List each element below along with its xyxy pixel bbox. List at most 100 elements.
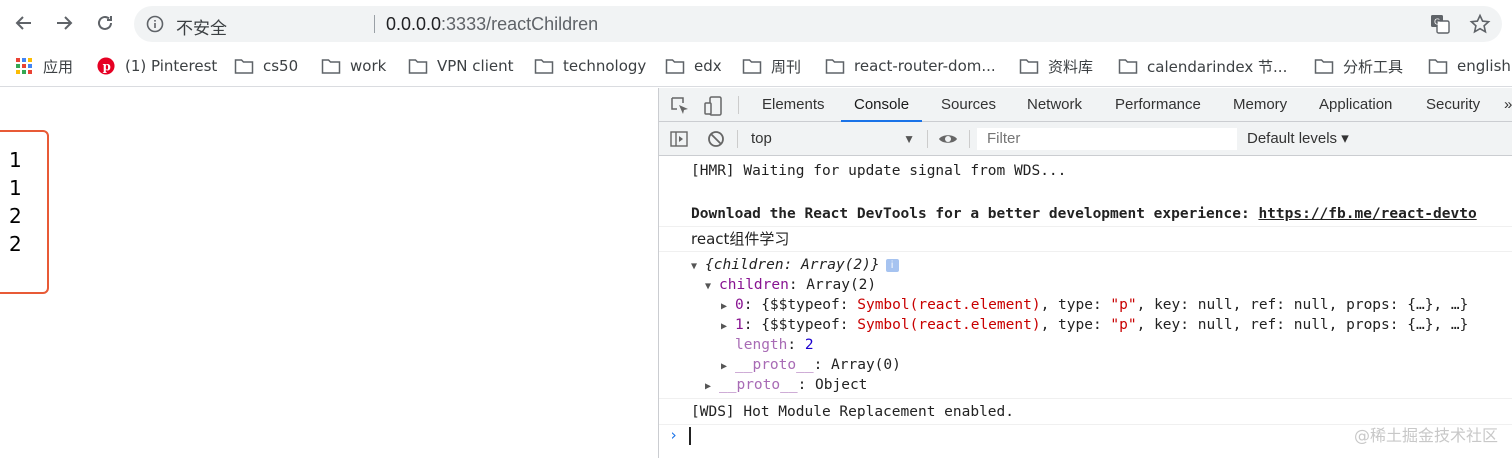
array-proto-property[interactable]: ▶ __proto__: Array(0) xyxy=(721,355,901,375)
bookmark-label: 分析工具 xyxy=(1343,57,1404,76)
console-message-devtools: Download the React DevTools for a better… xyxy=(691,204,1477,224)
object-summary-text: {children: Array(2)} xyxy=(705,257,880,273)
bookmark-folder-weekly[interactable]: 周刊 xyxy=(742,55,801,77)
bookmark-label: (1) Pinterest xyxy=(125,57,218,75)
folder-icon xyxy=(1019,59,1039,74)
tab-elements[interactable]: Elements xyxy=(762,88,825,122)
console-toolbar: top ▼ Default levels ▾ xyxy=(659,122,1512,156)
bookmark-label: technology xyxy=(563,57,647,75)
eye-icon[interactable] xyxy=(938,129,958,149)
item-rest: , key: null, ref: null, props: {…}, …} xyxy=(1136,297,1469,313)
console-message-wds: [WDS] Hot Module Replacement enabled. xyxy=(691,404,1015,420)
context-selector[interactable]: top ▼ xyxy=(743,128,919,150)
message-divider xyxy=(659,251,1512,252)
toolbar-divider xyxy=(737,130,738,148)
clear-console-icon[interactable] xyxy=(706,129,726,149)
inspect-element-icon[interactable] xyxy=(669,95,691,117)
caret-down-icon: ▼ xyxy=(903,132,915,146)
bookmark-label: 资料库 xyxy=(1048,57,1094,76)
back-button[interactable] xyxy=(9,8,39,38)
folder-icon xyxy=(234,59,254,74)
url-path: :3333/reactChildren xyxy=(441,14,599,34)
collapsed-triangle-icon: ▶ xyxy=(721,361,728,372)
item-prefix: : {$$typeof: xyxy=(743,297,858,313)
sidebar-toggle-icon[interactable] xyxy=(669,129,689,149)
bookmark-folder-library[interactable]: 资料库 xyxy=(1019,55,1093,77)
filter-input[interactable] xyxy=(977,128,1237,150)
bookmark-folder-vpn-client[interactable]: VPN client xyxy=(408,55,514,77)
tab-network[interactable]: Network xyxy=(1027,88,1082,122)
toolbar-divider xyxy=(969,130,970,148)
page-text-line: 2 xyxy=(9,232,22,256)
length-key: length xyxy=(735,337,788,353)
browser-toolbar: 不安全 0.0.0.0:3333/reactChildren G xyxy=(0,0,1512,47)
folder-icon xyxy=(1428,59,1448,74)
bookmark-folder-analysis-tools[interactable]: 分析工具 xyxy=(1314,55,1403,77)
bookmark-label: 应用 xyxy=(43,57,74,76)
colon: : xyxy=(787,337,805,353)
url-text[interactable]: 0.0.0.0:3333/reactChildren xyxy=(386,14,598,35)
bookmark-star-icon[interactable] xyxy=(1469,13,1491,35)
children-property[interactable]: ▼ children: Array(2) xyxy=(705,275,876,295)
bookmark-label: english xyxy=(1457,57,1511,75)
array-item-1[interactable]: ▶ 1: {$$typeof: Symbol(react.element), ty… xyxy=(721,315,1468,335)
collapsed-triangle-icon: ▶ xyxy=(705,381,712,392)
property-key: children xyxy=(719,277,789,293)
devtools-link[interactable]: https://fb.me/react-devto xyxy=(1258,206,1476,222)
device-toolbar-icon[interactable] xyxy=(703,95,725,117)
translate-icon[interactable]: G xyxy=(1430,14,1450,34)
toolbar-divider xyxy=(738,96,739,114)
length-value: 2 xyxy=(804,337,814,353)
bookmark-label: cs50 xyxy=(263,57,299,75)
bookmark-folder-calendarindex[interactable]: calendarindex 节... xyxy=(1118,55,1287,77)
type-value: "p" xyxy=(1110,317,1137,333)
index-key: 0 xyxy=(735,297,744,313)
address-bar[interactable]: 不安全 0.0.0.0:3333/reactChildren G xyxy=(134,6,1502,42)
tab-application[interactable]: Application xyxy=(1319,88,1392,122)
reload-button[interactable] xyxy=(90,8,120,38)
highlight-box xyxy=(0,130,49,294)
info-icon: i xyxy=(885,259,899,272)
log-levels-dropdown[interactable]: Default levels ▾ xyxy=(1247,128,1349,150)
object-proto-property[interactable]: ▶ __proto__: Object xyxy=(705,375,867,395)
apps-grid-icon xyxy=(16,58,32,74)
bookmark-label: react-router-dom... xyxy=(854,57,996,75)
bookmark-folder-edx[interactable]: edx xyxy=(665,55,722,77)
folder-icon xyxy=(742,59,762,74)
tab-console[interactable]: Console xyxy=(841,88,923,122)
array-item-0[interactable]: ▶ 0: {$$typeof: Symbol(react.element), ty… xyxy=(721,295,1468,315)
page-text-line: 1 xyxy=(9,148,22,172)
item-prefix: : {$$typeof: xyxy=(743,317,858,333)
folder-icon xyxy=(665,59,685,74)
tab-memory[interactable]: Memory xyxy=(1233,88,1287,122)
collapsed-triangle-icon: ▶ xyxy=(721,321,728,332)
message-divider xyxy=(659,226,1512,227)
bookmark-folder-react-router[interactable]: react-router-dom... xyxy=(825,55,996,77)
bookmark-folder-cs50[interactable]: cs50 xyxy=(234,55,298,77)
pinterest-icon: p xyxy=(97,57,115,75)
tab-security[interactable]: Security xyxy=(1426,88,1480,122)
forward-button[interactable] xyxy=(49,8,79,38)
security-label: 不安全 xyxy=(176,19,227,39)
tab-sources[interactable]: Sources xyxy=(941,88,996,122)
bookmark-apps[interactable]: 应用 xyxy=(14,55,73,77)
bookmark-folder-work[interactable]: work xyxy=(321,55,386,77)
bookmark-folder-technology[interactable]: technology xyxy=(534,55,646,77)
proto-key: __proto__ xyxy=(735,357,814,373)
more-tabs-button[interactable]: » xyxy=(1504,88,1512,122)
reload-icon xyxy=(98,15,112,30)
info-circle-icon[interactable] xyxy=(146,15,164,33)
console-input-cursor[interactable] xyxy=(689,427,691,445)
folder-icon xyxy=(1118,59,1138,74)
tab-performance[interactable]: Performance xyxy=(1115,88,1201,122)
page-text-line: 2 xyxy=(9,204,22,228)
svg-text:p: p xyxy=(103,60,111,74)
type-value: "p" xyxy=(1110,297,1137,313)
devtools-message-text: Download the React DevTools for a better… xyxy=(691,206,1259,222)
proto-value: : Array(0) xyxy=(813,357,901,373)
object-summary[interactable]: ▼ {children: Array(2)} i xyxy=(691,255,899,275)
console-log-text: react组件学习 xyxy=(691,230,790,248)
page-viewport: 1 1 2 2 xyxy=(0,88,658,458)
bookmark-pinterest[interactable]: p (1) Pinterest xyxy=(96,55,217,77)
bookmark-folder-english[interactable]: english xyxy=(1428,55,1511,77)
